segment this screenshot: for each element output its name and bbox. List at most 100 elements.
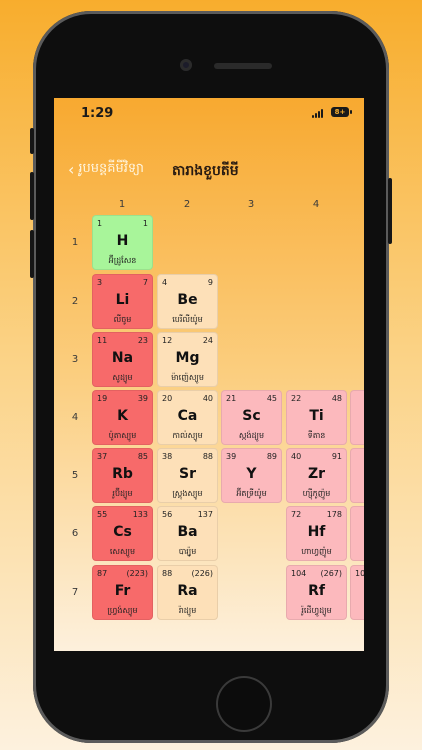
atomic-number: 4 <box>162 278 168 287</box>
element-cell-rf[interactable]: 104 (267) Rf រ៉ូដើហ្វូដ្យូម <box>286 565 347 620</box>
nav-bar: ‹ រូបមន្តគីមីវិទ្យា តារាងខួបតីមី <box>54 158 364 184</box>
element-cell-partial[interactable] <box>350 506 364 561</box>
element-cell-y[interactable]: 39 89 Y អ៊ីតទ្រីយ៉ូម <box>221 448 282 503</box>
row-header: 6 <box>71 528 79 539</box>
element-name: រ៉ូដើហ្វូដ្យូម <box>301 606 332 615</box>
element-cell-cs[interactable]: 55 133 Cs សេស្យូម <box>92 506 153 561</box>
element-symbol: Ba <box>177 524 198 540</box>
element-cell-ti[interactable]: 22 48 Ti ទីតាន <box>286 390 347 445</box>
element-symbol: K <box>117 408 128 424</box>
atomic-mass: 178 <box>326 510 342 519</box>
element-name: កាល់ស្យូម <box>172 431 203 440</box>
element-cell-partial[interactable] <box>350 390 364 445</box>
element-cell-sc[interactable]: 21 45 Sc ស្កង់ដ្យូម <box>221 390 282 445</box>
element-symbol: Sr <box>179 466 196 482</box>
element-symbol: Fr <box>114 583 131 599</box>
row-header: 5 <box>71 470 79 481</box>
atomic-number: 12 <box>162 336 173 345</box>
element-name: ប៉ូតាស្យូម <box>108 431 137 440</box>
atomic-number: 38 <box>162 452 173 461</box>
element-name: ម៉ាញ៉េស្យូម <box>171 373 204 382</box>
element-cell-k[interactable]: 19 39 K ប៉ូតាស្យូម <box>92 390 153 445</box>
atomic-mass: 133 <box>132 510 148 519</box>
atomic-number: 10 <box>355 569 364 578</box>
element-name: ហាហ្វញ៉ូម <box>301 547 332 556</box>
page-title: តារាងខួបតីមី <box>172 163 239 179</box>
element-name: លីចូម <box>113 315 132 324</box>
app-screen: 1:29 8+ ‹ រូបមន្តគីមីវិទ្យា តារាងខួបតីមី… <box>54 98 364 651</box>
element-symbol: Zr <box>307 466 326 482</box>
element-cell-sr[interactable]: 38 88 Sr ស្ត្រុងស្យូម <box>157 448 218 503</box>
row-header: 7 <box>71 587 79 598</box>
atomic-mass: 91 <box>331 452 342 461</box>
atomic-number: 22 <box>291 394 302 403</box>
element-name: អ៊ីដ្រូសែន <box>108 256 137 265</box>
element-cell-partial[interactable] <box>350 448 364 503</box>
element-symbol: Sc <box>242 408 261 424</box>
element-cell-rb[interactable]: 37 85 Rb រូប៊ីដ្យូម <box>92 448 153 503</box>
atomic-number: 11 <box>97 336 108 345</box>
element-symbol: Li <box>115 292 130 308</box>
column-header: 3 <box>247 199 255 210</box>
element-cell-ca[interactable]: 20 40 Ca កាល់ស្យូម <box>157 390 218 445</box>
row-header: 3 <box>71 354 79 365</box>
volume-down-button <box>30 230 34 278</box>
atomic-number: 37 <box>97 452 108 461</box>
atomic-mass: 137 <box>197 510 213 519</box>
atomic-mass: 89 <box>266 452 277 461</box>
element-name: ទីតាន <box>307 431 326 440</box>
atomic-number: 55 <box>97 510 108 519</box>
element-symbol: Be <box>177 292 198 308</box>
element-cell-partial[interactable]: 10 <box>350 565 364 620</box>
element-cell-h[interactable]: 1 1 H អ៊ីដ្រូសែន <box>92 215 153 270</box>
element-symbol: Ra <box>177 583 198 599</box>
element-name: រ៉ាដ្យូម <box>178 606 197 615</box>
column-header: 2 <box>183 199 191 210</box>
atomic-mass: 45 <box>266 394 277 403</box>
element-cell-na[interactable]: 11 23 Na សូដ្យូម <box>92 332 153 387</box>
element-cell-fr[interactable]: 87 (223) Fr ហ្វ្រង់ស្យូម <box>92 565 153 620</box>
atomic-number: 104 <box>291 569 307 578</box>
element-symbol: Y <box>246 466 257 482</box>
atomic-mass: 23 <box>137 336 148 345</box>
element-name: សេស្យូម <box>109 547 136 556</box>
atomic-mass: 24 <box>202 336 213 345</box>
atomic-mass: 1 <box>142 219 148 228</box>
status-time: 1:29 <box>81 106 114 121</box>
atomic-mass: 85 <box>137 452 148 461</box>
chevron-left-icon: ‹ <box>68 159 75 179</box>
element-cell-zr[interactable]: 40 91 Zr ហ្ស៊ីកូញ៉ូម <box>286 448 347 503</box>
element-symbol: Rb <box>112 466 133 482</box>
volume-up-button <box>30 172 34 220</box>
column-header: 1 <box>118 199 126 210</box>
atomic-mass: (223) <box>126 569 148 578</box>
element-cell-ba[interactable]: 56 137 Ba បារ្យ៉ូម <box>157 506 218 561</box>
atomic-number: 1 <box>97 219 103 228</box>
atomic-number: 40 <box>291 452 302 461</box>
column-header: 4 <box>312 199 320 210</box>
battery-tip <box>350 110 352 114</box>
element-cell-mg[interactable]: 12 24 Mg ម៉ាញ៉េស្យូម <box>157 332 218 387</box>
mute-switch <box>30 128 34 154</box>
battery-icon: 8+ <box>331 107 349 117</box>
element-name: អ៊ីតទ្រីយ៉ូម <box>236 489 267 498</box>
home-button[interactable] <box>216 676 272 732</box>
back-label: រូបមន្តគីមីវិទ្យា <box>78 161 144 176</box>
atomic-number: 72 <box>291 510 302 519</box>
atomic-number: 39 <box>226 452 237 461</box>
element-name: ស្ត្រុងស្យូម <box>172 489 203 498</box>
power-button <box>388 178 392 244</box>
back-button[interactable]: ‹ រូបមន្តគីមីវិទ្យា <box>68 160 144 179</box>
element-cell-ra[interactable]: 88 (226) Ra រ៉ាដ្យូម <box>157 565 218 620</box>
element-name: សូដ្យូម <box>112 373 133 382</box>
atomic-number: 21 <box>226 394 237 403</box>
element-name: ហ្វ្រង់ស្យូម <box>107 606 138 615</box>
element-symbol: Mg <box>175 350 200 366</box>
atomic-number: 87 <box>97 569 108 578</box>
element-symbol: Rf <box>308 583 325 599</box>
element-cell-li[interactable]: 3 7 Li លីចូម <box>92 274 153 329</box>
element-cell-be[interactable]: 4 9 Be បេរីលីយ៉ូម <box>157 274 218 329</box>
element-name: ស្កង់ដ្យូម <box>238 431 265 440</box>
atomic-mass: 7 <box>142 278 148 287</box>
element-cell-hf[interactable]: 72 178 Hf ហាហ្វញ៉ូម <box>286 506 347 561</box>
